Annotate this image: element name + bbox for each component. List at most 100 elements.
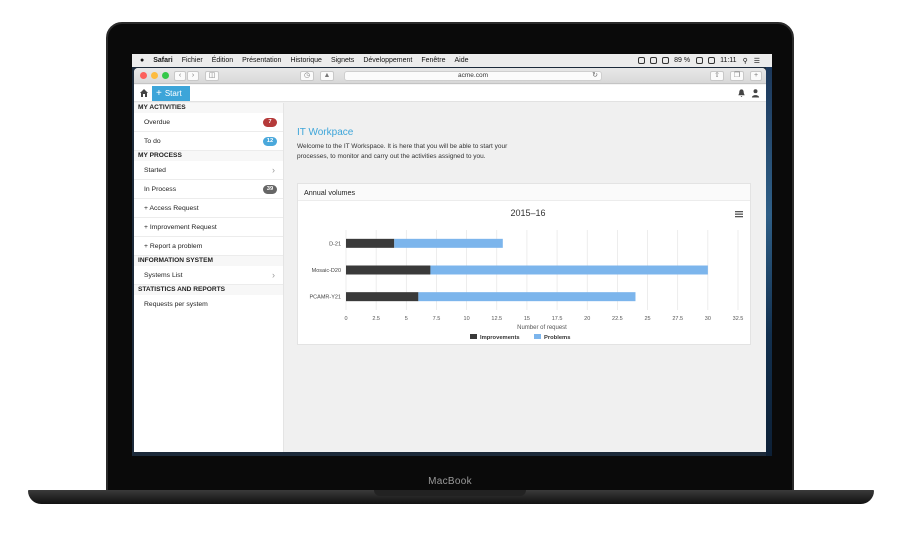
sidebar-item-access-request[interactable]: + Access Request xyxy=(134,199,283,218)
app-header: + Start xyxy=(134,85,766,102)
sidebar-item-label: To do xyxy=(144,138,161,145)
menubar-status: 89 % 11:11 ⚲ ☰ xyxy=(638,54,766,67)
sidebar-item-label: + Report a problem xyxy=(144,243,203,250)
forward-button[interactable]: › xyxy=(187,71,199,81)
x-tick-label: 15 xyxy=(524,316,530,322)
legend-label: Problems xyxy=(544,335,570,341)
spotlight-icon[interactable]: ⚲ xyxy=(743,57,748,65)
screen: ● Safari Fichier Édition Présentation Hi… xyxy=(132,54,772,456)
x-tick-label: 5 xyxy=(405,316,408,322)
x-tick-label: 2.5 xyxy=(372,316,380,322)
y-category-label: Mosaic-D20 xyxy=(312,268,341,274)
sidebar-item-improvement-request[interactable]: + Improvement Request xyxy=(134,218,283,237)
chevron-right-icon: › xyxy=(272,270,275,280)
sidebar-item-in-process[interactable]: In Process 39 xyxy=(134,180,283,199)
x-tick-label: 12.5 xyxy=(491,316,502,322)
browser-window: ‹ › ◫ ◷ ▲ acme.com ↻ ⇧ ❐ + + Start MY AC… xyxy=(134,68,766,452)
x-tick-label: 27.5 xyxy=(672,316,683,322)
reload-icon[interactable]: ↻ xyxy=(592,72,598,80)
user-icon[interactable] xyxy=(751,88,760,98)
home-icon[interactable] xyxy=(139,88,149,98)
chart-menu-icon-bar xyxy=(735,211,743,213)
tabs-icon[interactable]: ❐ xyxy=(730,71,744,81)
in-process-count-badge: 39 xyxy=(263,185,277,194)
chart-menu-icon-bar xyxy=(735,213,743,215)
section-statistics-reports: STATISTICS AND REPORTS xyxy=(134,285,283,295)
laptop-notch xyxy=(374,490,526,496)
sidebar-item-label: Requests per system xyxy=(144,301,208,308)
menu-developpement[interactable]: Développement xyxy=(363,57,412,64)
sidebar-item-started[interactable]: Started › xyxy=(134,161,283,180)
sidebar-item-label: Overdue xyxy=(144,119,171,126)
address-bar[interactable]: acme.com ↻ xyxy=(344,71,602,81)
bar-improvements xyxy=(346,265,431,275)
x-tick-label: 30 xyxy=(705,316,711,322)
wifi-icon[interactable] xyxy=(708,57,716,64)
menu-historique[interactable]: Historique xyxy=(290,57,322,64)
menubar-clock[interactable]: 11:11 xyxy=(720,57,736,64)
menu-fenetre[interactable]: Fenêtre xyxy=(421,57,445,64)
new-tab-button[interactable]: + xyxy=(750,71,762,81)
back-button[interactable]: ‹ xyxy=(174,71,186,81)
menu-signets[interactable]: Signets xyxy=(331,57,354,64)
sidebar: MY ACTIVITIES Overdue 7 To do 12 MY PROC… xyxy=(134,103,284,452)
share-icon[interactable]: ⇧ xyxy=(710,71,724,81)
bar-problems xyxy=(430,265,708,275)
airplay-icon[interactable] xyxy=(650,57,658,64)
battery-icon[interactable] xyxy=(696,57,704,64)
menu-edition[interactable]: Édition xyxy=(212,57,233,64)
x-tick-label: 7.5 xyxy=(433,316,441,322)
sidebar-item-systems-list[interactable]: Systems List › xyxy=(134,266,283,285)
sidebar-item-label: + Access Request xyxy=(144,205,199,212)
mac-menubar: ● Safari Fichier Édition Présentation Hi… xyxy=(132,54,772,67)
todo-count-badge: 12 xyxy=(263,137,277,146)
browser-toolbar: ‹ › ◫ ◷ ▲ acme.com ↻ ⇧ ❐ + xyxy=(134,68,766,84)
sidebar-item-report-problem[interactable]: + Report a problem xyxy=(134,237,283,256)
x-tick-label: 17.5 xyxy=(552,316,563,322)
status-icon[interactable] xyxy=(638,57,646,64)
sidebar-item-todo[interactable]: To do 12 xyxy=(134,132,283,151)
menu-aide[interactable]: Aide xyxy=(454,57,468,64)
y-category-label: D-21 xyxy=(329,241,341,247)
menu-fichier[interactable]: Fichier xyxy=(182,57,203,64)
window-controls xyxy=(140,72,173,79)
privacy-icon[interactable]: ▲ xyxy=(320,71,334,81)
legend-swatch xyxy=(534,334,541,339)
zoom-window-button[interactable] xyxy=(162,72,169,79)
overdue-count-badge: 7 xyxy=(263,118,277,127)
bar-problems xyxy=(394,238,503,248)
chart-title: 2015–16 xyxy=(510,208,545,218)
close-window-button[interactable] xyxy=(140,72,147,79)
plus-icon: + xyxy=(156,88,162,99)
card-title: Annual volumes xyxy=(298,184,750,201)
notification-center-icon[interactable]: ☰ xyxy=(754,57,760,65)
bell-icon[interactable] xyxy=(737,88,746,98)
sidebar-item-requests-per-system[interactable]: Requests per system xyxy=(134,295,283,314)
sidebar-item-label: In Process xyxy=(144,186,177,193)
url-text: acme.com xyxy=(458,72,488,79)
annual-volumes-card: Annual volumes 2015–16 0 2.5 5 7.5 10 12.5 15 17… xyxy=(297,183,751,345)
main-content: IT Workpace Welcome to the IT Workspace.… xyxy=(285,103,766,452)
sidebar-toggle-icon[interactable]: ◫ xyxy=(205,71,219,81)
apple-menu-icon[interactable]: ● xyxy=(140,57,144,64)
sidebar-item-overdue[interactable]: Overdue 7 xyxy=(134,113,283,132)
page-title: IT Workpace xyxy=(297,127,354,138)
start-button[interactable]: + Start xyxy=(152,86,190,101)
legend-label: Improvements xyxy=(480,335,520,341)
app-container: + Start MY ACTIVITIES Overdue 7 To do 12… xyxy=(134,85,766,452)
minimize-window-button[interactable] xyxy=(151,72,158,79)
x-tick-label: 20 xyxy=(584,316,590,322)
desktop-wallpaper xyxy=(766,54,772,456)
bar-improvements xyxy=(346,292,419,302)
macbook-label: MacBook xyxy=(428,476,472,487)
menu-safari[interactable]: Safari xyxy=(153,57,172,64)
volume-icon[interactable] xyxy=(662,57,670,64)
chevron-right-icon: › xyxy=(272,165,275,175)
menu-presentation[interactable]: Présentation xyxy=(242,57,281,64)
x-tick-label: 10 xyxy=(464,316,470,322)
sidebar-item-label: Systems List xyxy=(144,272,183,279)
x-axis-label: Number of request xyxy=(517,325,567,331)
start-label: Start xyxy=(164,89,182,98)
section-information-system: INFORMATION SYSTEM xyxy=(134,256,283,266)
history-icon[interactable]: ◷ xyxy=(300,71,314,81)
